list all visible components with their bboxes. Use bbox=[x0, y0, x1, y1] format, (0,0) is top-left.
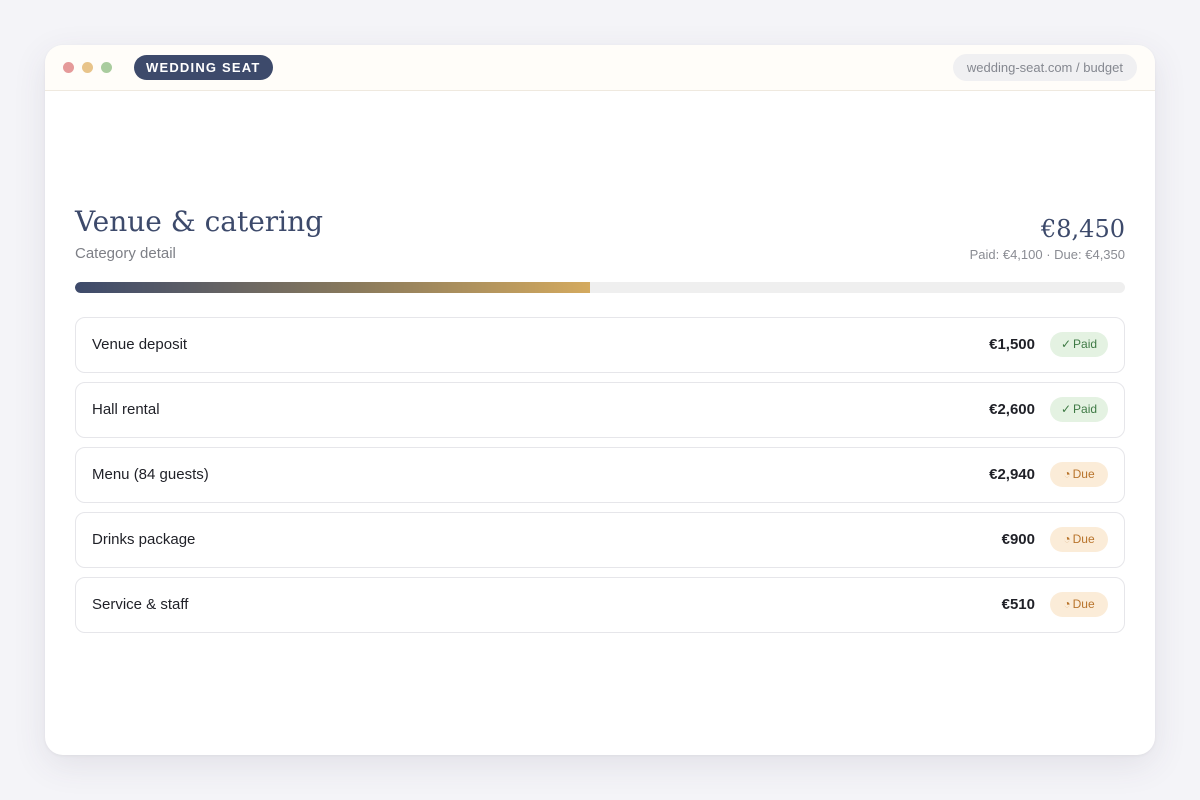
budget-item-1[interactable]: Venue deposit €1,500 ✓ Paid bbox=[75, 317, 1125, 373]
status-label: Due bbox=[1072, 597, 1095, 611]
status-label: Due bbox=[1072, 467, 1095, 481]
minimize-window-dot[interactable] bbox=[82, 62, 93, 73]
budget-items-list: Venue deposit €1,500 ✓ Paid Hall rental €… bbox=[75, 317, 1125, 633]
item-name: Service & staff bbox=[92, 596, 189, 613]
brand-badge: WEDDING SEAT bbox=[134, 55, 273, 80]
item-amount: €510 bbox=[1001, 596, 1035, 613]
item-amount: €2,600 bbox=[989, 401, 1035, 418]
check-icon: ✓ bbox=[1060, 337, 1072, 351]
status-badge[interactable]: ◔ Due bbox=[1050, 592, 1108, 617]
page-title: Venue & catering bbox=[75, 205, 324, 238]
category-detail: Venue & catering Category detail €8,450 … bbox=[75, 205, 1125, 642]
payment-progress-fill bbox=[75, 282, 590, 293]
status-label: Paid bbox=[1073, 337, 1098, 351]
item-name: Venue deposit bbox=[92, 336, 188, 353]
status-badge[interactable]: ✓ Paid bbox=[1050, 332, 1108, 357]
close-window-dot[interactable] bbox=[63, 62, 74, 73]
budget-item-4[interactable]: Drinks package €900 ◔ Due bbox=[75, 512, 1125, 568]
clock-icon: ◔ bbox=[1063, 467, 1071, 481]
status-badge[interactable]: ◔ Due bbox=[1050, 527, 1108, 552]
item-amount: €2,940 bbox=[989, 466, 1035, 483]
status-label: Paid bbox=[1073, 402, 1098, 416]
category-total: €8,450 bbox=[1041, 215, 1125, 243]
item-name: Hall rental bbox=[92, 401, 160, 418]
budget-item-3[interactable]: Menu (84 guests) €2,940 ◔ Due bbox=[75, 447, 1125, 503]
status-label: Due bbox=[1072, 532, 1095, 546]
paid-due-summary: Paid: €4,100 · Due: €4,350 bbox=[969, 247, 1125, 262]
payment-progress-bar bbox=[75, 282, 1125, 293]
item-amount: €900 bbox=[1001, 531, 1035, 548]
title-bar: WEDDING SEAT wedding-seat.com / budget bbox=[45, 45, 1155, 91]
app-window: WEDDING SEAT wedding-seat.com / budget V… bbox=[45, 45, 1155, 755]
item-name: Menu (84 guests) bbox=[92, 466, 209, 483]
check-icon: ✓ bbox=[1060, 402, 1072, 416]
address-bar[interactable]: wedding-seat.com / budget bbox=[952, 54, 1137, 81]
clock-icon: ◔ bbox=[1063, 597, 1071, 611]
maximize-window-dot[interactable] bbox=[101, 62, 112, 73]
status-badge[interactable]: ✓ Paid bbox=[1050, 397, 1108, 422]
budget-item-5[interactable]: Service & staff €510 ◔ Due bbox=[75, 577, 1125, 633]
budget-item-2[interactable]: Hall rental €2,600 ✓ Paid bbox=[75, 382, 1125, 438]
item-amount: €1,500 bbox=[989, 336, 1035, 353]
item-name: Drinks package bbox=[92, 531, 196, 548]
clock-icon: ◔ bbox=[1063, 532, 1071, 546]
page-subtitle: Category detail bbox=[75, 245, 176, 262]
status-badge[interactable]: ◔ Due bbox=[1050, 462, 1108, 487]
category-header: Venue & catering Category detail €8,450 … bbox=[75, 205, 1125, 265]
